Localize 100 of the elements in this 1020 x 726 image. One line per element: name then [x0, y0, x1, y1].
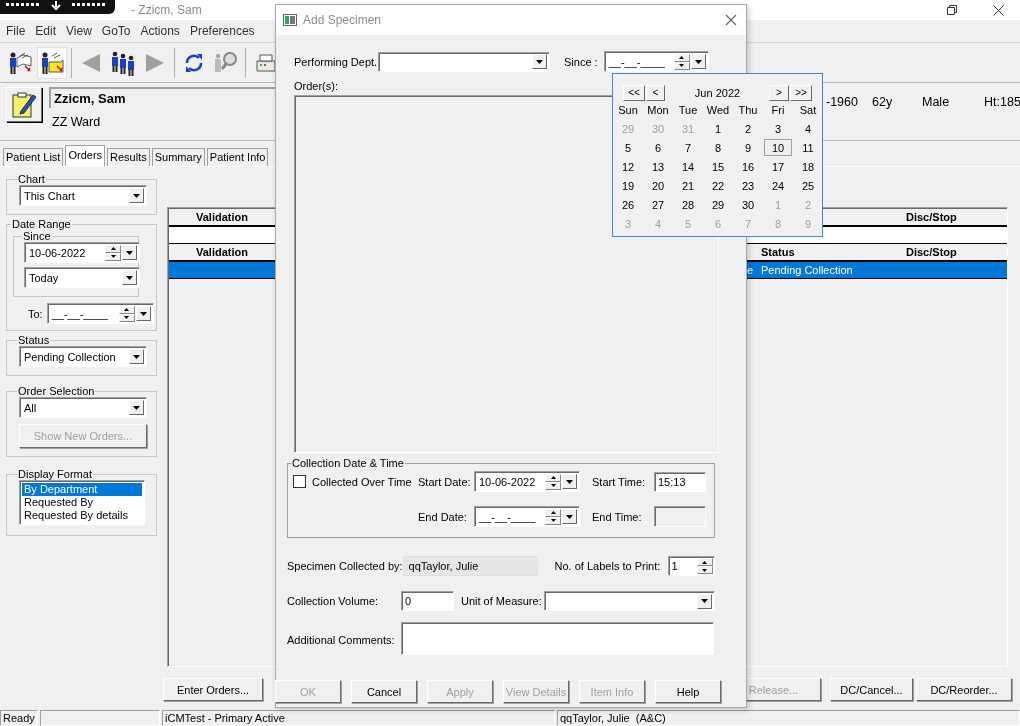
list-item[interactable]: By Department — [22, 483, 142, 496]
weekday-label: Sat — [798, 104, 818, 118]
calendar-day[interactable]: 5 — [614, 139, 642, 156]
calendar-day[interactable]: 24 — [764, 177, 792, 194]
tab[interactable]: Orders — [65, 145, 106, 166]
field-label: Start Date: — [418, 475, 472, 488]
menu-item[interactable]: Preferences — [183, 24, 259, 38]
table-cell-text: e — [745, 264, 753, 276]
calendar-day[interactable]: 13 — [644, 158, 672, 175]
list-item[interactable]: Requested By — [22, 496, 142, 509]
column-header: Disc/Stop — [905, 246, 958, 258]
birth-date: -1960 — [826, 95, 859, 109]
patient-height: Ht:185 — [984, 95, 1020, 109]
menu-item[interactable]: View — [60, 24, 96, 38]
field-label: Since : — [564, 55, 598, 68]
dialog-button[interactable]: Help — [655, 680, 721, 703]
calendar-day[interactable]: 17 — [764, 158, 792, 175]
calendar-day[interactable]: 3 — [764, 120, 792, 137]
weekday-label: Sun — [617, 104, 639, 118]
calendar-day[interactable]: 8 — [704, 139, 732, 156]
checkbox-label[interactable]: Collected Over Time — [312, 475, 412, 488]
status-text: iCMTest - Primary Active — [162, 710, 555, 726]
status-text: qqTaylor, Julie (A&C) — [557, 710, 1020, 726]
action-button[interactable]: Enter Orders... — [163, 678, 263, 701]
calendar-day[interactable]: 7 — [674, 139, 702, 156]
dialog-button[interactable]: Cancel — [351, 680, 417, 703]
calendar-day[interactable]: 14 — [674, 158, 702, 175]
calendar-day[interactable]: 18 — [794, 158, 822, 175]
group-label: Date Range — [11, 218, 72, 230]
calendar-day[interactable]: 20 — [644, 177, 672, 194]
calendar-day[interactable]: 19 — [614, 177, 642, 194]
calendar-day[interactable]: 1 — [704, 120, 732, 137]
nav-button[interactable]: >> — [790, 84, 812, 101]
tab[interactable]: Results — [107, 148, 150, 166]
calendar-day[interactable]: 26 — [614, 196, 642, 213]
menu-item[interactable]: Edit — [29, 24, 61, 38]
calendar-day[interactable]: 2 — [734, 120, 762, 137]
tab[interactable]: Patient Info — [206, 148, 269, 166]
calendar-day[interactable]: 21 — [674, 177, 702, 194]
patient-sex: Male — [922, 95, 951, 109]
field-label: Unit of Measure: — [461, 595, 543, 607]
weekday-label: Mon — [646, 104, 670, 118]
field-label: Start Time: — [592, 475, 647, 488]
group-label: Collection Date & Time — [291, 457, 405, 469]
menu-item[interactable]: File — [0, 24, 30, 38]
dropdown[interactable]: This Chart — [19, 185, 147, 206]
date-field[interactable]: 10-06-2022 — [24, 242, 140, 263]
calendar-day[interactable]: 6 — [644, 139, 672, 156]
calendar-day[interactable]: 30 — [734, 196, 762, 213]
calendar-day[interactable]: 10 — [764, 139, 792, 156]
field-label: Performing Dept. — [294, 55, 378, 68]
list-item[interactable]: Requested By details — [22, 509, 142, 522]
time-field[interactable]: 15:13 — [654, 471, 706, 492]
labels-count-field[interactable]: 1 — [667, 556, 715, 576]
calendar-day[interactable]: 29 — [704, 196, 732, 213]
column-header: Status — [760, 246, 796, 258]
calendar-day[interactable]: 27 — [644, 196, 672, 213]
calendar-day[interactable]: 9 — [734, 139, 762, 156]
group-label: Display Format — [17, 468, 93, 480]
dropdown[interactable]: Pending Collection — [19, 346, 147, 367]
calendar-day[interactable]: 4 — [794, 120, 822, 137]
calendar-day[interactable]: 11 — [794, 139, 822, 156]
patient-age: 62y — [872, 95, 894, 109]
date-field[interactable]: 10-06-2022 — [474, 471, 580, 492]
window-title: - Zzicm, Sam — [131, 3, 202, 17]
weekday-label: Fri — [770, 104, 786, 118]
action-button[interactable]: DC/Reorder... — [916, 678, 1012, 701]
calendar-day[interactable]: 23 — [734, 177, 762, 194]
tab[interactable]: Patient List — [3, 148, 64, 166]
group-label: Order Selection — [17, 385, 96, 397]
calendar-day[interactable]: 15 — [704, 158, 732, 175]
weekday-label: Thu — [737, 104, 759, 118]
dropdown[interactable]: All — [19, 397, 147, 418]
nav-button[interactable]: > — [769, 84, 789, 101]
calendar-day[interactable]: 28 — [674, 196, 702, 213]
field-label: No. of Labels to Print: — [554, 560, 662, 572]
month-label: Jun 2022 — [693, 86, 742, 99]
calendar-day[interactable]: 16 — [734, 158, 762, 175]
calendar-day[interactable]: 12 — [614, 158, 642, 175]
dropdown[interactable]: Today — [24, 267, 140, 288]
calendar-day[interactable]: 22 — [704, 177, 732, 194]
volume-field[interactable]: 0 — [401, 591, 454, 611]
action-button[interactable]: DC/Cancel... — [830, 678, 913, 701]
field-label: Specimen Collected by: — [287, 560, 403, 572]
group-label: Since — [22, 230, 52, 242]
menu-item[interactable]: GoTo — [95, 24, 135, 38]
date-field[interactable]: __-__-____ — [46, 303, 154, 324]
nav-button[interactable]: << — [623, 84, 645, 101]
field-label: Additional Comments: — [287, 633, 396, 646]
menu-item[interactable]: Actions — [134, 24, 184, 38]
date-field[interactable]: __-__-____ — [474, 506, 580, 527]
calendar-day[interactable]: 25 — [794, 177, 822, 194]
field-label: End Date: — [418, 510, 468, 523]
tab[interactable]: Summary — [151, 148, 205, 166]
date-field[interactable]: __-__-____ — [603, 51, 709, 72]
status-text: Ready — [0, 710, 38, 726]
nav-button[interactable]: < — [646, 84, 665, 101]
ward-label: ZZ Ward — [52, 115, 102, 129]
field-label: Collection Volume: — [287, 595, 380, 607]
column-header: Validation — [195, 246, 249, 258]
